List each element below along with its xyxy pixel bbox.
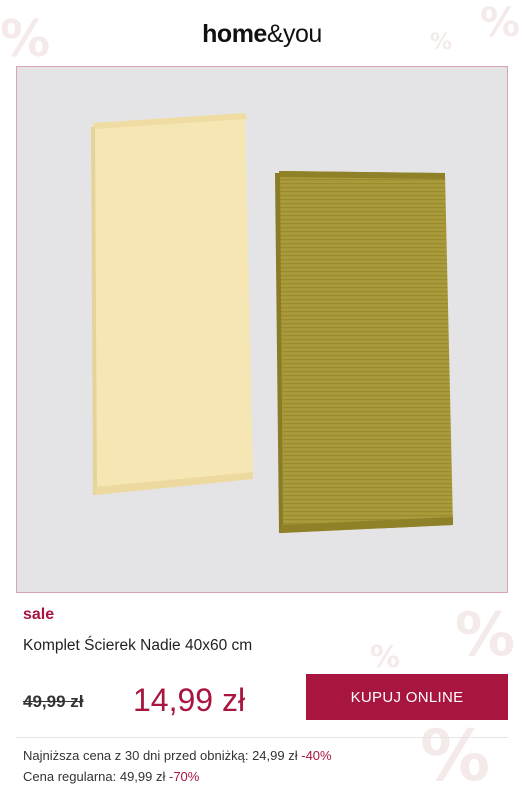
sale-badge: sale (23, 606, 55, 623)
percent-decor-icon: % (455, 600, 516, 670)
brand-logo[interactable]: home&you (0, 20, 524, 49)
olive-towel (275, 171, 453, 533)
product-image[interactable] (16, 66, 508, 593)
old-price: 49,99 zł (23, 692, 84, 711)
percent-decor-icon: % (370, 640, 401, 675)
regular-price-discount: -70% (169, 769, 200, 784)
lowest-price-discount: -40% (301, 748, 332, 763)
divider (16, 737, 508, 738)
regular-price-info: Cena regularna: 49,99 zł -70% (23, 769, 199, 784)
lowest-price-info: Najniższa cena z 30 dni przed obniżką: 2… (23, 748, 332, 763)
buy-online-button[interactable]: KUPUJ ONLINE (306, 674, 508, 720)
brand-logo-bold: home (202, 20, 267, 48)
product-photo (17, 67, 507, 592)
brand-logo-light: &you (266, 20, 322, 48)
product-title[interactable]: Komplet Ścierek Nadie 40x60 cm (23, 637, 252, 655)
percent-decor-icon: % (420, 715, 491, 797)
current-price: 14,99 zł (133, 682, 246, 718)
cream-towel (91, 113, 253, 495)
lowest-price-label: Najniższa cena z 30 dni przed obniżką: 2… (23, 748, 298, 763)
regular-price-label: Cena regularna: 49,99 zł (23, 769, 166, 784)
